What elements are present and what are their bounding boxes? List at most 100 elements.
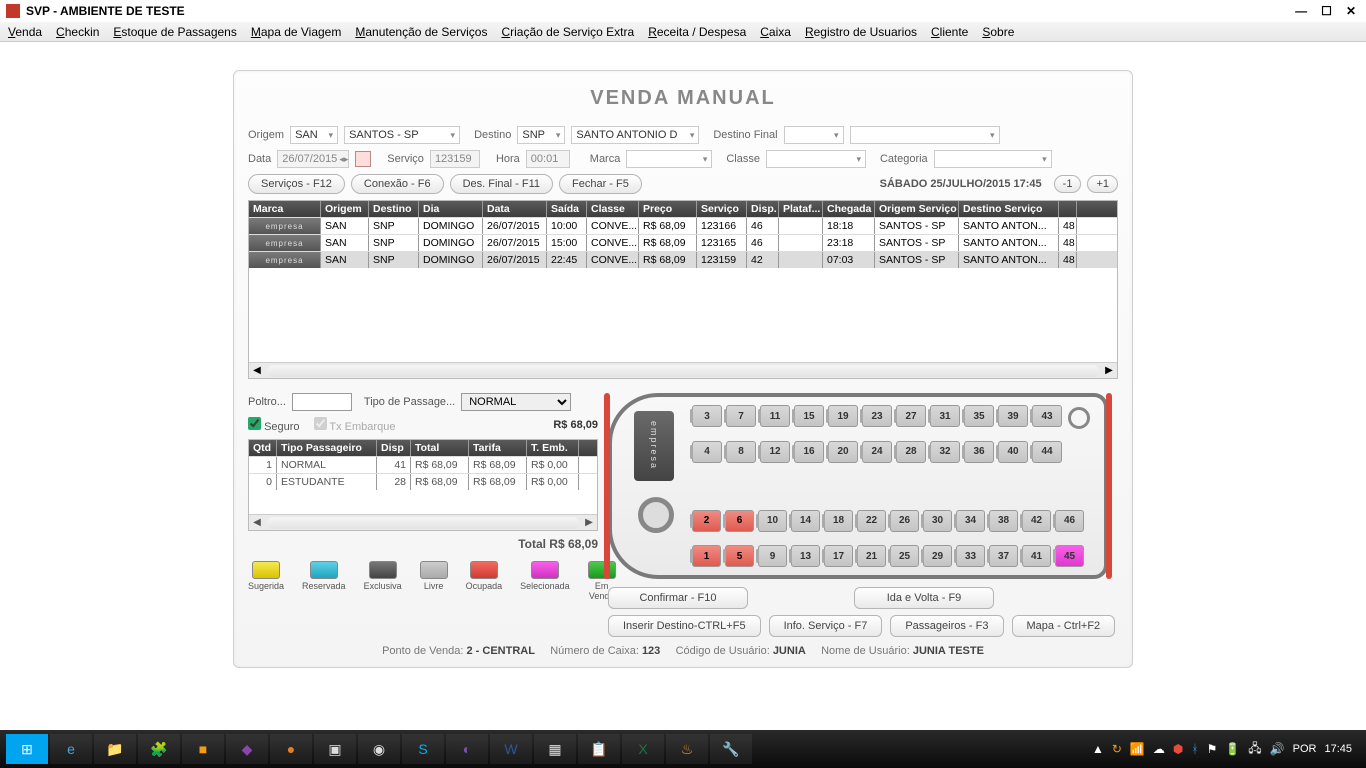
seat-2[interactable]: 2: [692, 510, 721, 532]
col-header[interactable]: Chegada: [823, 201, 875, 217]
seat-28[interactable]: 28: [896, 441, 926, 463]
tray-sync-icon[interactable]: ↻: [1112, 742, 1122, 756]
minimize-button[interactable]: —: [1291, 4, 1311, 18]
seat-4[interactable]: 4: [692, 441, 722, 463]
seat-46[interactable]: 46: [1055, 510, 1084, 532]
seat-19[interactable]: 19: [828, 405, 858, 427]
seat-11[interactable]: 11: [760, 405, 790, 427]
taskbar-explorer-icon[interactable]: 📁: [94, 734, 136, 764]
col-header[interactable]: [1059, 201, 1077, 217]
col-header[interactable]: Destino Serviço: [959, 201, 1059, 217]
passageiros-button[interactable]: Passageiros - F3: [890, 615, 1003, 637]
seat-17[interactable]: 17: [824, 545, 853, 567]
menu-venda[interactable]: Venda: [8, 25, 42, 39]
seat-30[interactable]: 30: [923, 510, 952, 532]
seat-18[interactable]: 18: [824, 510, 853, 532]
col-header[interactable]: Serviço: [697, 201, 747, 217]
menu-receita-despesa[interactable]: Receita / Despesa: [648, 25, 746, 39]
seat-33[interactable]: 33: [956, 545, 985, 567]
seat-1[interactable]: 1: [692, 545, 721, 567]
day-minus-button[interactable]: -1: [1054, 175, 1082, 193]
seat-14[interactable]: 14: [791, 510, 820, 532]
seat-3[interactable]: 3: [692, 405, 722, 427]
seat-12[interactable]: 12: [760, 441, 790, 463]
seat-23[interactable]: 23: [862, 405, 892, 427]
mapa-button[interactable]: Mapa - Ctrl+F2: [1012, 615, 1116, 637]
col-header[interactable]: Saída: [547, 201, 587, 217]
tray-net-icon[interactable]: 🖧: [1248, 739, 1261, 760]
taskbar-app3-icon[interactable]: ◆: [226, 734, 268, 764]
info-servico-button[interactable]: Info. Serviço - F7: [769, 615, 883, 637]
destino-final-code-field[interactable]: ▾: [784, 126, 844, 144]
taskbar-chrome-icon[interactable]: ◉: [358, 734, 400, 764]
desfinal-button[interactable]: Des. Final - F11: [450, 174, 553, 194]
seat-5[interactable]: 5: [725, 545, 754, 567]
seat-21[interactable]: 21: [857, 545, 886, 567]
txembarque-checkbox[interactable]: Tx Embarque: [314, 417, 396, 433]
destino-final-name-field[interactable]: ▾: [850, 126, 1000, 144]
tray-flag-icon[interactable]: ⚑: [1207, 742, 1218, 756]
conexao-button[interactable]: Conexão - F6: [351, 174, 444, 194]
seat-31[interactable]: 31: [930, 405, 960, 427]
seat-7[interactable]: 7: [726, 405, 756, 427]
seat-6[interactable]: 6: [725, 510, 754, 532]
day-plus-button[interactable]: +1: [1087, 175, 1118, 193]
tipo-select[interactable]: NORMAL: [461, 393, 571, 411]
taskbar-app6-icon[interactable]: 🔧: [710, 734, 752, 764]
col-header[interactable]: Disp.: [747, 201, 779, 217]
tray-time[interactable]: 17:45: [1324, 743, 1352, 755]
grid-hscroll[interactable]: ◀▶: [249, 362, 1117, 378]
confirmar-button[interactable]: Confirmar - F10: [608, 587, 748, 609]
data-field[interactable]: 26/07/2015◂▸: [277, 150, 349, 168]
poltrona-input[interactable]: [292, 393, 352, 411]
col-header[interactable]: Classe: [587, 201, 639, 217]
seat-29[interactable]: 29: [923, 545, 952, 567]
tray-lang[interactable]: POR: [1293, 743, 1317, 755]
idavolta-button[interactable]: Ida e Volta - F9: [854, 587, 994, 609]
origem-name-field[interactable]: SANTOS - SP▾: [344, 126, 460, 144]
servicos-button[interactable]: Serviços - F12: [248, 174, 345, 194]
taskbar-app4-icon[interactable]: ▣: [314, 734, 356, 764]
seat-10[interactable]: 10: [758, 510, 787, 532]
tray-cloud-icon[interactable]: ☁: [1153, 742, 1165, 756]
seat-27[interactable]: 27: [896, 405, 926, 427]
seguro-checkbox[interactable]: Seguro: [248, 417, 300, 433]
seat-44[interactable]: 44: [1032, 441, 1062, 463]
seat-38[interactable]: 38: [989, 510, 1018, 532]
menu-estoque-de-passagens[interactable]: Estoque de Passagens: [113, 25, 236, 39]
table-row[interactable]: empresaSANSNPDOMINGO26/07/201515:00CONVE…: [249, 234, 1117, 251]
list-item[interactable]: 1NORMAL41R$ 68,09R$ 68,09R$ 0,00: [249, 456, 597, 473]
seat-22[interactable]: 22: [857, 510, 886, 532]
seat-34[interactable]: 34: [956, 510, 985, 532]
tray-up-icon[interactable]: ▲: [1092, 742, 1104, 756]
seat-24[interactable]: 24: [862, 441, 892, 463]
marca-field[interactable]: ▾: [626, 150, 712, 168]
seat-37[interactable]: 37: [989, 545, 1018, 567]
mini-hscroll[interactable]: ◀▶: [249, 514, 597, 530]
menu-checkin[interactable]: Checkin: [56, 25, 99, 39]
calendar-icon[interactable]: [355, 151, 371, 167]
categoria-field[interactable]: ▾: [934, 150, 1052, 168]
menu-manuten-o-de-servi-os[interactable]: Manutenção de Serviços: [355, 25, 487, 39]
seat-41[interactable]: 41: [1022, 545, 1051, 567]
fechar-button[interactable]: Fechar - F5: [559, 174, 642, 194]
seat-36[interactable]: 36: [964, 441, 994, 463]
taskbar-app-icon[interactable]: 🧩: [138, 734, 180, 764]
taskbar-skype-icon[interactable]: S: [402, 734, 444, 764]
menu-mapa-de-viagem[interactable]: Mapa de Viagem: [251, 25, 342, 39]
seat-20[interactable]: 20: [828, 441, 858, 463]
seat-39[interactable]: 39: [998, 405, 1028, 427]
col-header[interactable]: Origem Serviço: [875, 201, 959, 217]
seat-40[interactable]: 40: [998, 441, 1028, 463]
menu-cliente[interactable]: Cliente: [931, 25, 968, 39]
tray-vol-icon[interactable]: 🔊: [1270, 742, 1285, 756]
destino-code-field[interactable]: SNP▾: [517, 126, 565, 144]
tray-power-icon[interactable]: 🔋: [1225, 742, 1240, 756]
taskbar-firefox-icon[interactable]: ●: [270, 734, 312, 764]
destino-name-field[interactable]: SANTO ANTONIO D▾: [571, 126, 699, 144]
menu-cria-o-de-servi-o-extra[interactable]: Criação de Serviço Extra: [501, 25, 634, 39]
seat-32[interactable]: 32: [930, 441, 960, 463]
taskbar-word-icon[interactable]: W: [490, 734, 532, 764]
col-header[interactable]: Origem: [321, 201, 369, 217]
taskbar-app5-icon[interactable]: ▦: [534, 734, 576, 764]
